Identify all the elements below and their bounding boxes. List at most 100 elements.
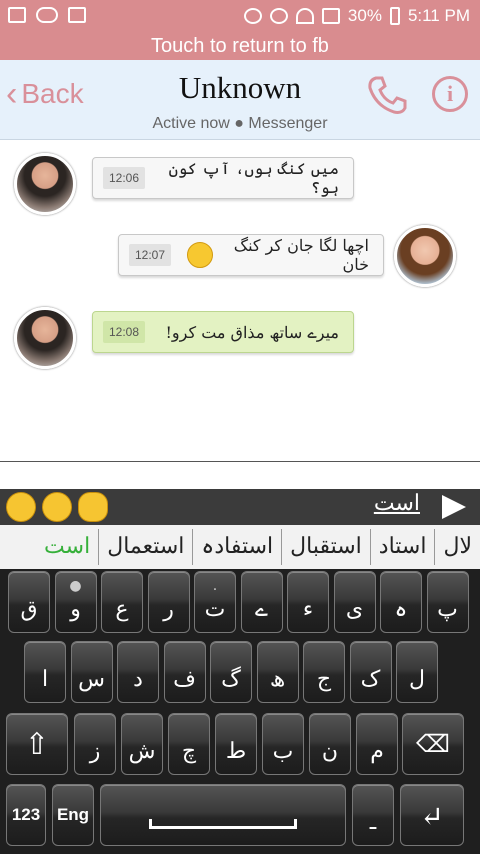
key-letter[interactable]: ب [262, 713, 304, 775]
enter-key[interactable]: ↵ [400, 784, 464, 846]
key-letter[interactable]: د [117, 641, 159, 703]
key-letter[interactable]: ہ [380, 571, 422, 633]
key-letter[interactable]: ن [309, 713, 351, 775]
message-input[interactable] [0, 461, 480, 489]
key-label: ط [225, 739, 247, 764]
key-letter[interactable]: ا [24, 641, 66, 703]
key-label: 123 [11, 805, 41, 824]
key-label: گ [221, 667, 241, 692]
chat-header: ‹ Back Unknown Active now ● Messenger i [0, 60, 480, 140]
key-letter[interactable]: ے [240, 571, 283, 633]
emoji-row: است [0, 489, 480, 525]
clapping-hands-icon[interactable] [78, 492, 108, 522]
key-label: ف [173, 667, 196, 692]
suggestion-item[interactable]: لال [434, 529, 480, 565]
key-label: ز [89, 739, 101, 764]
suggestion-item[interactable]: استعمال [98, 529, 192, 565]
message-text: میرے ساتھ مذاق مت کرو! [165, 322, 340, 342]
key-letter[interactable]: ف [163, 641, 206, 703]
message-time: 12:08 [103, 321, 146, 343]
key-letter[interactable]: چ [168, 713, 210, 775]
suggestion-item[interactable]: استقبال [281, 529, 370, 565]
language-key[interactable]: Eng [52, 784, 94, 846]
contact-name: Unknown [178, 70, 302, 105]
return-to-app-bar[interactable]: Touch to return to fb [0, 34, 480, 60]
wifi-icon [295, 8, 314, 24]
key-letter[interactable]: ر [147, 571, 190, 633]
key-label: ی [345, 597, 364, 622]
message-bubble[interactable]: 12:06 میں کنگ ہوں، آپ کون ہو؟ [92, 157, 354, 199]
key-letter[interactable]: ج [303, 641, 345, 703]
key-label: ے [255, 597, 268, 622]
message-list: 12:06 میں کنگ ہوں، آپ کون ہو؟ 12:07 اچھا… [0, 141, 480, 461]
key-label: ل [409, 667, 425, 692]
message-bubble[interactable]: 12:08 میرے ساتھ مذاق مت کرو! [92, 311, 354, 353]
key-label: ر [163, 597, 174, 622]
key-label: و [70, 597, 81, 622]
battery-icon [389, 7, 400, 25]
clock: 5:11 PM [407, 6, 470, 25]
key-letter[interactable]: گ [210, 641, 252, 703]
key-label: چ [181, 739, 197, 764]
key-label: م [370, 739, 384, 764]
send-arrow-icon[interactable] [442, 495, 466, 519]
key-letter[interactable]: س [70, 641, 113, 703]
message-time: 12:06 [103, 167, 146, 189]
key-letter[interactable]: ء [287, 571, 329, 633]
status-bar: 30% 5:11 PM [0, 0, 480, 34]
avatar[interactable] [394, 225, 456, 287]
key-label: ہ [394, 597, 408, 622]
key-label: ع [115, 597, 129, 622]
suggestion-item-active[interactable]: است [36, 529, 98, 565]
numbers-key[interactable]: 123 [6, 784, 46, 846]
suggestion-item[interactable]: استاد [369, 529, 435, 565]
key-label: س [78, 667, 105, 692]
avatar[interactable] [14, 153, 76, 215]
key-letter[interactable]: ھ [256, 641, 299, 703]
key-letter[interactable]: م [356, 713, 398, 775]
key-label: Eng [56, 805, 90, 824]
avatar[interactable] [14, 307, 76, 369]
key-label: ب [272, 739, 294, 764]
key-letter[interactable]: ط [215, 713, 257, 775]
key-grid: ق ● و ع ر. ت ے ء ی ہ پ ا س د ف گ ھ ج ک ل ⇧ ز ش چ ط ب ن م ⌫ 123 Eng ـ ↵ [0, 569, 480, 854]
key-letter[interactable]: ق [8, 571, 50, 633]
key-label: ت [204, 597, 226, 622]
alarm-icon [269, 8, 288, 24]
mute-icon [243, 8, 262, 24]
key-letter[interactable]: ش [121, 713, 163, 775]
info-icon[interactable]: i [432, 76, 468, 112]
laughing-emoji-icon [187, 242, 214, 268]
key-label: ک [360, 667, 381, 692]
key-label: ش [128, 739, 156, 764]
key-label: ج [316, 667, 332, 692]
key-label: ء [302, 597, 314, 622]
gallery-icon [8, 7, 26, 23]
suggestion-item[interactable]: استفادہ [192, 529, 281, 565]
key-letter[interactable]: ز [74, 713, 116, 775]
kiss-emoji-icon[interactable] [42, 492, 72, 522]
space-bar[interactable] [100, 784, 346, 846]
key-alt-label: ● [69, 578, 82, 594]
space-bar-icon [149, 819, 297, 829]
phone-icon[interactable] [366, 74, 408, 116]
suggestion-bar: لال استاد استقبال استفادہ استعمال است [0, 525, 480, 569]
prediction-word[interactable]: است [374, 491, 420, 516]
shift-key[interactable]: ⇧ [6, 713, 68, 775]
key-letter[interactable]: ل [396, 641, 438, 703]
backspace-key[interactable]: ⌫ [402, 713, 464, 775]
key-letter[interactable]: پ [426, 571, 469, 633]
key-letter[interactable]: ● و [54, 571, 97, 633]
key-letter[interactable]: ی [333, 571, 376, 633]
key-letter[interactable]: .ت [194, 571, 236, 633]
message-bubble[interactable]: 12:07 اچھا لگا جان کر کنگ خان [118, 234, 384, 276]
message-text: اچھا لگا جان کر کنگ خان [233, 236, 369, 274]
key-letter[interactable]: ع [101, 571, 143, 633]
key-label: ـ [369, 810, 377, 835]
status-left [8, 7, 86, 23]
message-time: 12:07 [129, 244, 172, 266]
dash-key[interactable]: ـ [352, 784, 394, 846]
laughing-emoji-icon[interactable] [6, 492, 36, 522]
key-label: ↵ [420, 800, 444, 833]
key-letter[interactable]: ک [349, 641, 392, 703]
